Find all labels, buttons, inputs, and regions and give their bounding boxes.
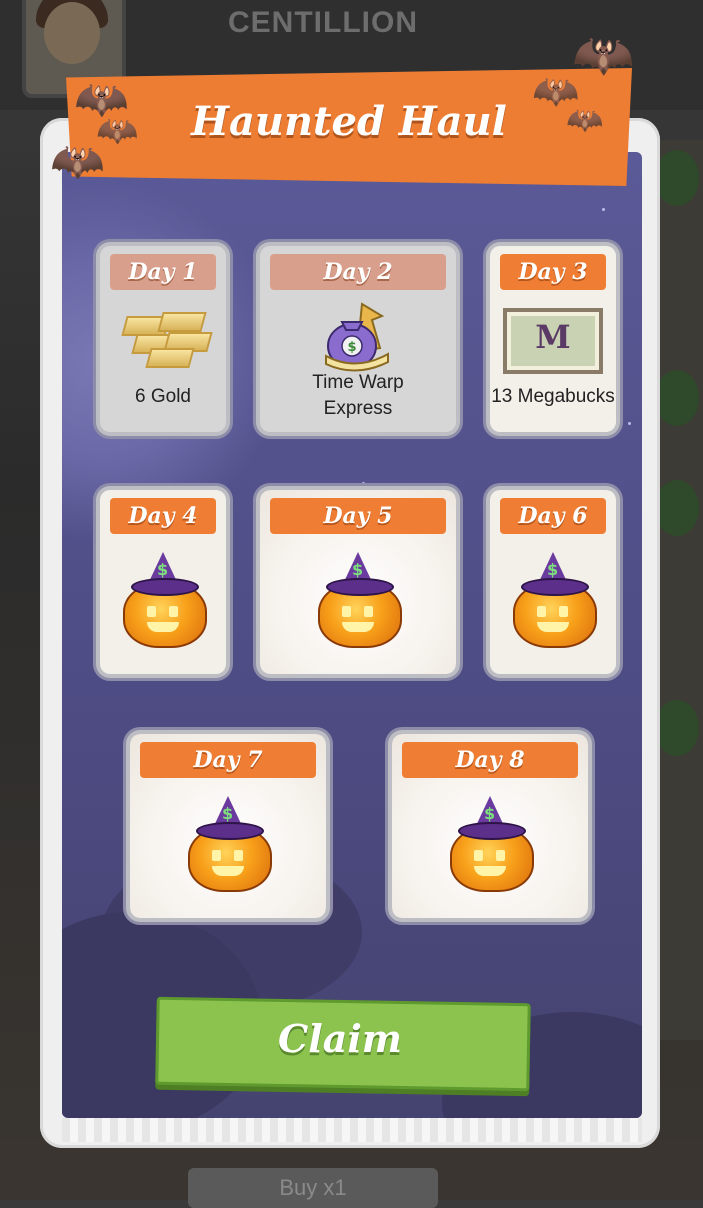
background-badge: [655, 700, 699, 756]
pumpkin-hat-symbol: $: [352, 560, 364, 579]
day-card-1[interactable]: Day 1 6 Gold: [100, 246, 226, 432]
pumpkin-hat-symbol: $: [484, 804, 496, 823]
pumpkin-hat-symbol: $: [157, 560, 169, 579]
background-badge: [655, 480, 699, 536]
background-sidebar: [653, 140, 703, 1040]
reward-label-line-1: Time Warp: [312, 372, 404, 393]
day-label: Day 5: [270, 498, 446, 534]
day-card-2[interactable]: Day 2 $ Time Warp Express: [260, 246, 456, 432]
gold-bars-icon: [120, 306, 213, 368]
avatar-face: [44, 2, 100, 64]
day-label: Day 8: [402, 742, 578, 778]
day-label: Day 4: [110, 498, 216, 534]
star: [602, 208, 605, 211]
svg-text:$: $: [347, 340, 356, 355]
reward-label: 6 Gold: [135, 386, 191, 407]
pumpkin-hat-symbol: $: [547, 560, 559, 579]
pumpkin-icon: $: [119, 552, 207, 648]
star: [362, 482, 365, 485]
day-card-4[interactable]: Day 4 $: [100, 490, 226, 674]
dialog-bottom-strip: [62, 1118, 642, 1142]
reward-label: 13 Megabucks: [491, 386, 615, 407]
day-card-8[interactable]: Day 8 $: [392, 734, 588, 918]
bat-icon: 🦇: [50, 136, 105, 187]
day-card-5[interactable]: Day 5 $: [260, 490, 456, 674]
day-label: Day 6: [500, 498, 606, 534]
pumpkin-icon: $: [314, 552, 402, 648]
megabucks-icon: M: [503, 308, 603, 374]
day-label: Day 3: [500, 254, 606, 290]
background-buy-button: Buy x1: [188, 1168, 438, 1208]
megabucks-symbol: M: [535, 318, 571, 356]
pumpkin-icon: $: [184, 796, 272, 892]
day-label: Day 7: [140, 742, 316, 778]
day-card-3[interactable]: Day 3 M 13 Megabucks: [490, 246, 616, 432]
bat-icon: 🦇: [566, 103, 604, 138]
background-badge: [655, 370, 699, 426]
star: [628, 422, 631, 425]
day-label: Day 2: [270, 254, 446, 290]
pumpkin-icon: $: [446, 796, 534, 892]
pumpkin-hat-symbol: $: [222, 804, 234, 823]
claim-button-label[interactable]: Claim: [156, 1016, 524, 1061]
background-title: CENTILLION: [228, 6, 418, 39]
pumpkin-icon: $: [509, 552, 597, 648]
day-card-7[interactable]: Day 7 $: [130, 734, 326, 918]
day-card-6[interactable]: Day 6 $: [490, 490, 616, 674]
reward-label-line-2: Express: [323, 398, 393, 419]
day-label: Day 1: [110, 254, 216, 290]
background-badge: [655, 150, 699, 206]
bat-icon: 🦇: [572, 26, 635, 84]
money-bag-icon: $: [322, 298, 392, 374]
